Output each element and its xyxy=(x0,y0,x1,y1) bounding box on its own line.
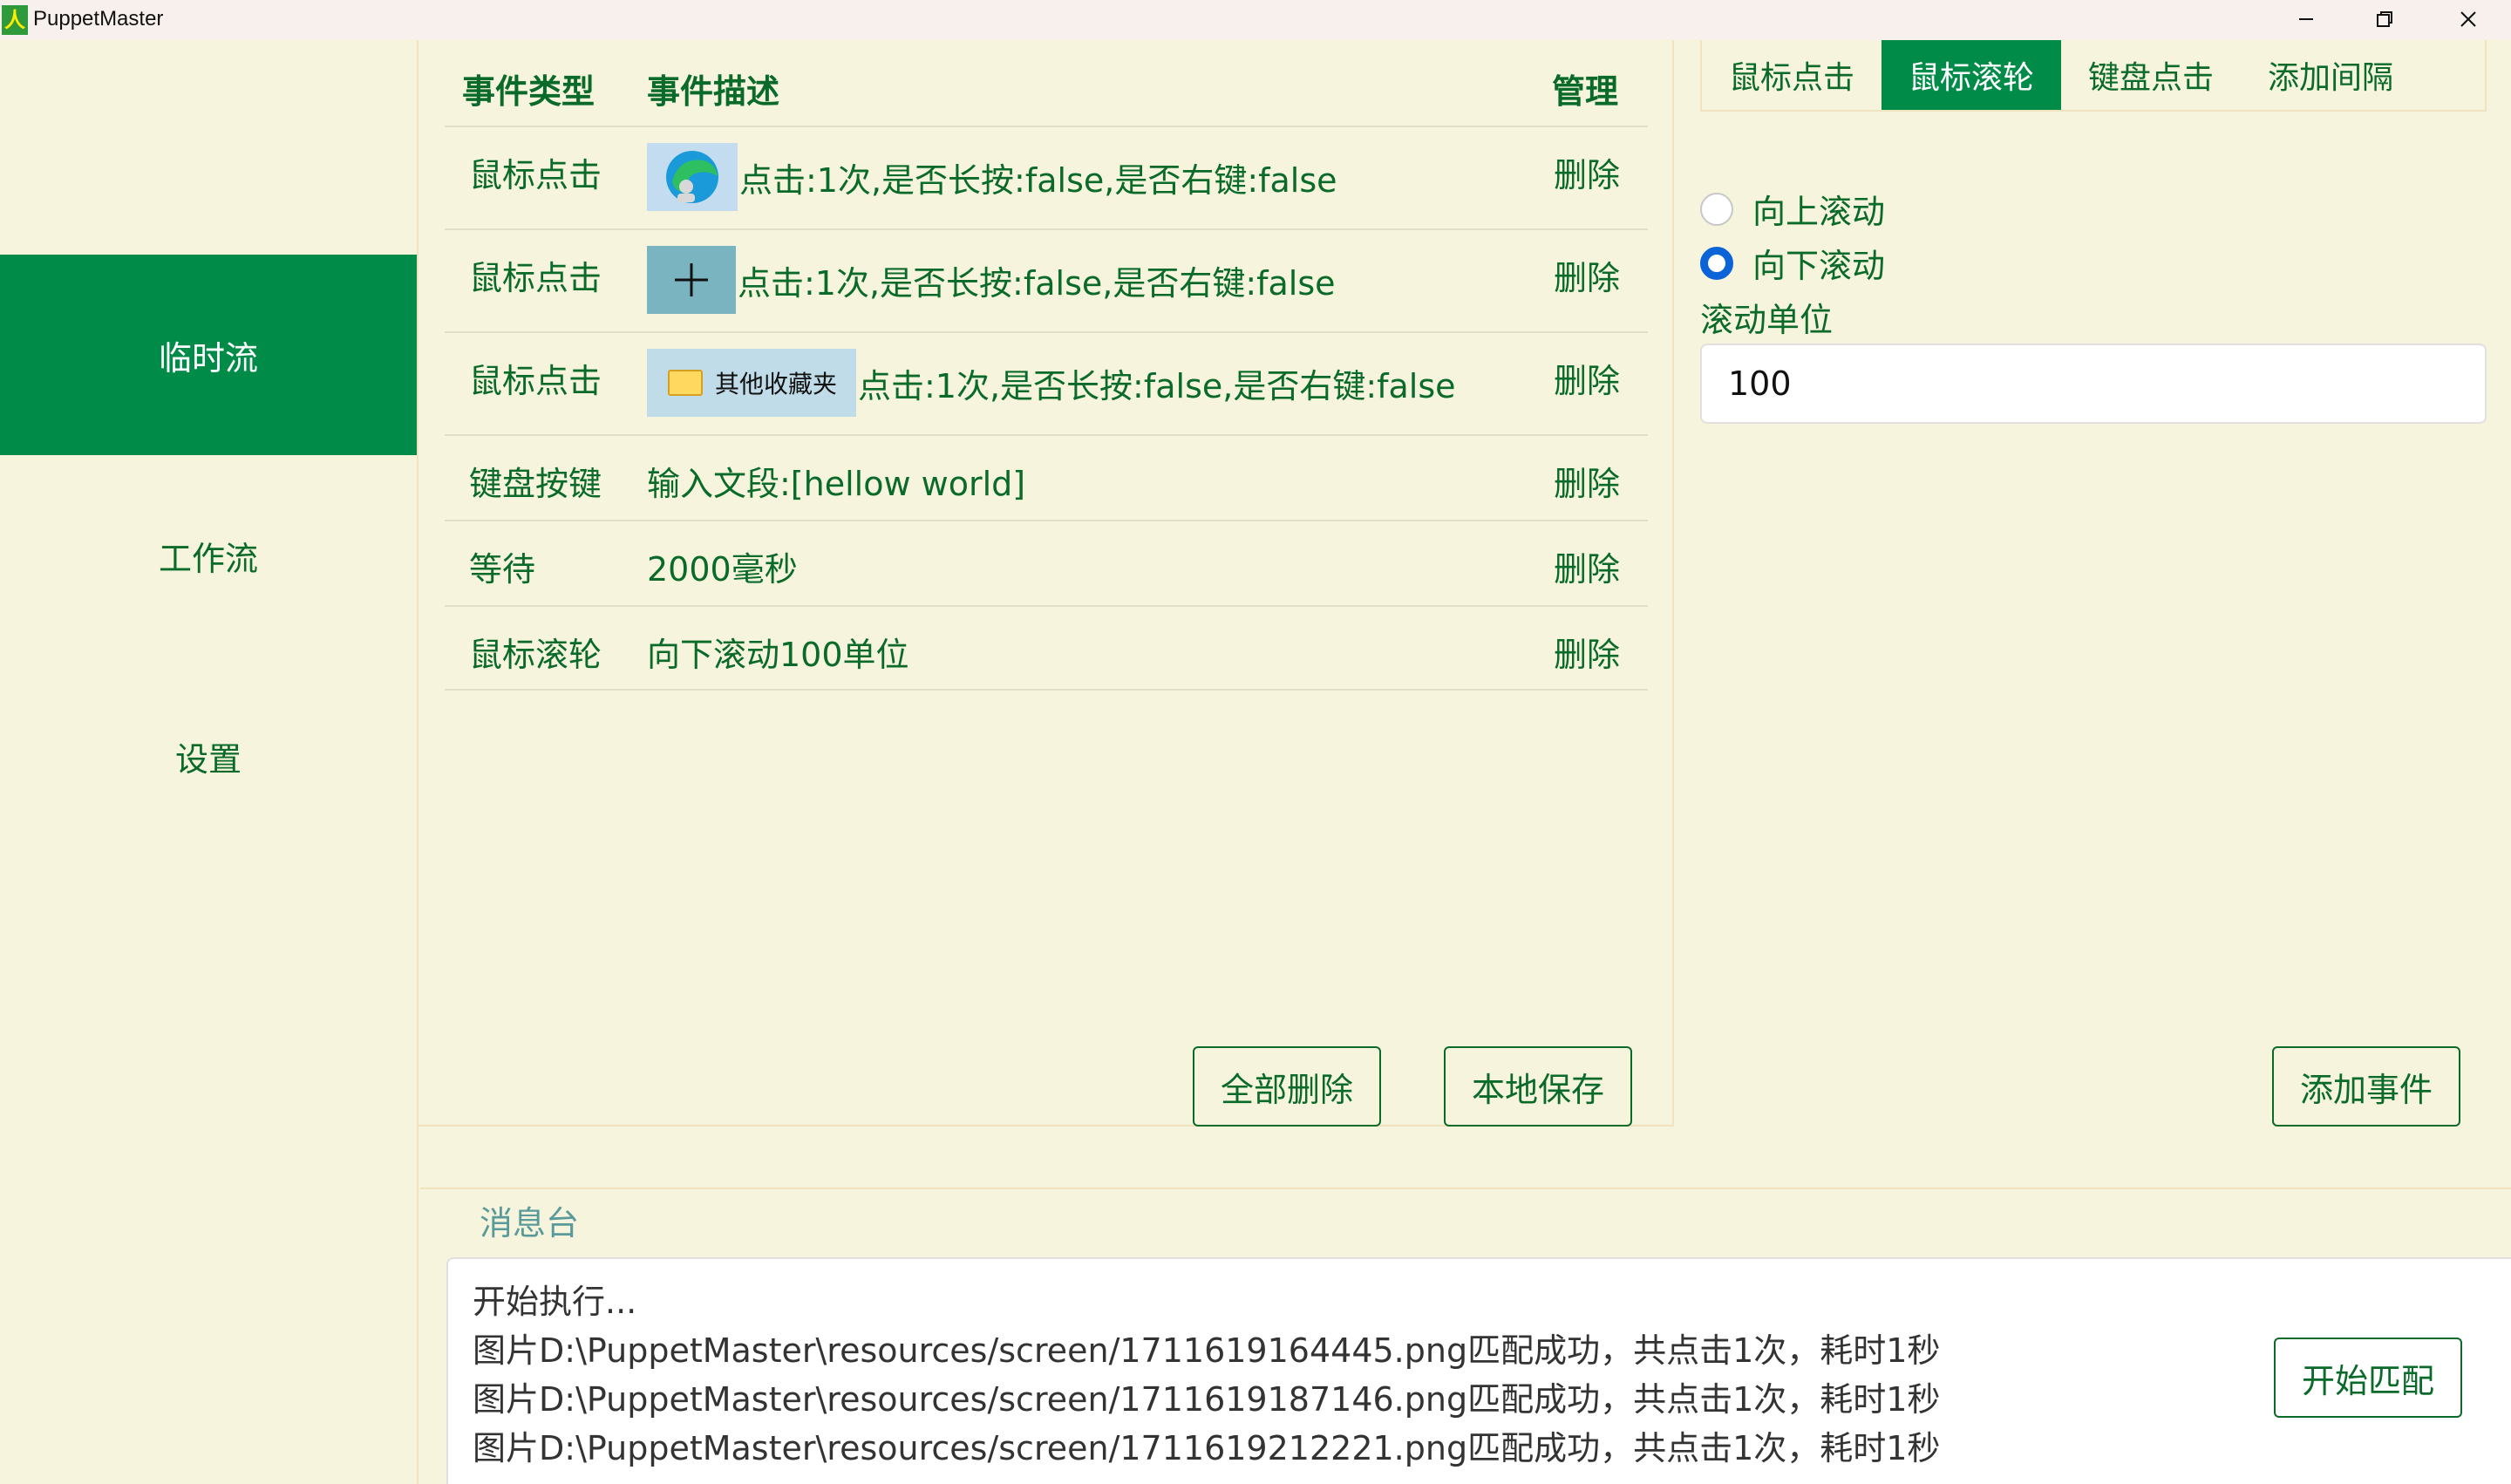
title-bar: 人 PuppetMaster xyxy=(0,0,2511,40)
console-header: 消息台 xyxy=(420,1188,2511,1259)
tab-keyboard-click[interactable]: 键盘点击 xyxy=(2061,40,2241,110)
event-desc-cell: 其他收藏夹 点击:1次,是否长按:false,是否右键:false xyxy=(647,349,1456,417)
event-desc-cell: 向下滚动100单位 xyxy=(647,628,909,676)
delete-link[interactable]: 删除 xyxy=(1554,628,1620,676)
edge-icon xyxy=(647,143,738,211)
folder-thumbnail: 其他收藏夹 xyxy=(647,349,856,417)
table-row: 等待 2000毫秒 删除 xyxy=(445,520,1648,605)
sidebar-item-workflow[interactable]: 工作流 xyxy=(0,455,417,656)
window-title: PuppetMaster xyxy=(33,7,164,31)
event-editor-panel: 鼠标点击 鼠标滚轮 键盘点击 添加间隔 向上滚动 向下滚动 滚动单位 100 添… xyxy=(1674,40,2511,1127)
sidebar-item-label: 工作流 xyxy=(158,539,258,578)
event-desc-text: 点击:1次,是否长按:false,是否右键:false xyxy=(738,263,1336,303)
scroll-unit-input[interactable]: 100 xyxy=(1700,344,2487,424)
sidebar-item-settings[interactable]: 设置 xyxy=(0,656,417,856)
plus-icon xyxy=(647,246,736,314)
console-title: 消息台 xyxy=(480,1204,580,1242)
table-row: 鼠标点击 点击:1次,是否长按:false,是否右键:false 删除 xyxy=(445,126,1648,228)
event-type-cell: 等待 xyxy=(469,550,536,589)
header-event-type: 事件类型 xyxy=(462,72,595,111)
tab-add-interval[interactable]: 添加间隔 xyxy=(2241,40,2420,110)
radio-unchecked-icon[interactable] xyxy=(1700,192,1733,226)
sidebar-item-temp-flow[interactable]: 临时流 xyxy=(0,255,417,455)
console-log: 开始执行... 图片D:\PuppetMaster\resources/scre… xyxy=(446,1257,2511,1484)
event-type-cell: 鼠标滚轮 xyxy=(469,636,602,674)
folder-icon xyxy=(668,370,703,396)
delete-link[interactable]: 删除 xyxy=(1554,251,1620,299)
radio-checked-icon[interactable] xyxy=(1700,246,1733,280)
event-desc-cell: 2000毫秒 xyxy=(647,542,798,590)
event-desc-cell: 输入文段:[hellow world] xyxy=(647,457,1025,505)
sidebar: 临时流 工作流 设置 xyxy=(0,40,418,1484)
event-desc-text: 2000毫秒 xyxy=(647,550,798,589)
log-line: 开始执行... xyxy=(473,1283,637,1321)
add-event-button[interactable]: 添加事件 xyxy=(2272,1046,2460,1127)
event-type-cell: 键盘按键 xyxy=(469,465,602,503)
delete-link[interactable]: 删除 xyxy=(1554,354,1620,402)
restore-icon[interactable] xyxy=(2345,0,2424,38)
event-desc-text: 输入文段:[hellow world] xyxy=(647,465,1026,503)
app-logo-icon: 人 xyxy=(2,5,28,35)
sidebar-item-label: 临时流 xyxy=(158,338,258,378)
start-match-button[interactable]: 开始匹配 xyxy=(2274,1338,2462,1418)
tab-mouse-click[interactable]: 鼠标点击 xyxy=(1702,40,1882,110)
event-desc-text: 点击:1次,是否长按:false,是否右键:false xyxy=(739,160,1337,200)
events-table-panel: 事件类型 事件描述 管理 鼠标点击 点击:1次,是否长按:false,是否右键:… xyxy=(418,40,1674,1127)
scroll-up-label: 向上滚动 xyxy=(1752,193,1886,231)
event-desc-cell: 点击:1次,是否长按:false,是否右键:false xyxy=(647,143,1337,211)
event-desc-text: 向下滚动100单位 xyxy=(647,636,909,674)
event-type-tabs: 鼠标点击 鼠标滚轮 键盘点击 添加间隔 xyxy=(1700,40,2487,112)
delete-link[interactable]: 删除 xyxy=(1554,148,1620,196)
table-row: 鼠标点击 其他收藏夹 点击:1次,是否长按:false,是否右键:false 删… xyxy=(445,331,1648,434)
scroll-down-option[interactable]: 向下滚动 xyxy=(1700,239,1885,287)
event-type-cell: 鼠标点击 xyxy=(469,259,602,297)
event-desc-text: 点击:1次,是否长按:false,是否右键:false xyxy=(858,366,1456,405)
delete-all-button[interactable]: 全部删除 xyxy=(1193,1046,1381,1127)
minimize-icon[interactable] xyxy=(2267,0,2345,38)
save-local-button[interactable]: 本地保存 xyxy=(1444,1046,1632,1127)
delete-link[interactable]: 删除 xyxy=(1554,542,1620,590)
close-icon[interactable] xyxy=(2429,0,2508,38)
scroll-down-label: 向下滚动 xyxy=(1752,247,1886,285)
table-row: 键盘按键 输入文段:[hellow world] 删除 xyxy=(445,434,1648,520)
delete-link[interactable]: 删除 xyxy=(1554,457,1620,505)
header-manage: 管理 xyxy=(1552,72,1619,111)
folder-thumbnail-label: 其他收藏夹 xyxy=(715,370,838,398)
log-line: 图片D:\PuppetMaster\resources/screen/17116… xyxy=(473,1429,1941,1467)
log-line: 图片D:\PuppetMaster\resources/screen/17116… xyxy=(473,1331,1941,1370)
header-event-desc: 事件描述 xyxy=(647,72,780,111)
tab-mouse-wheel[interactable]: 鼠标滚轮 xyxy=(1882,40,2061,110)
log-line: 图片D:\PuppetMaster\resources/screen/17116… xyxy=(473,1380,1941,1419)
scroll-unit-label: 滚动单位 xyxy=(1700,301,1834,339)
event-type-cell: 鼠标点击 xyxy=(469,156,602,194)
table-row: 鼠标滚轮 向下滚动100单位 删除 xyxy=(445,605,1648,691)
scroll-up-option[interactable]: 向上滚动 xyxy=(1700,185,1885,233)
table-row: 鼠标点击 点击:1次,是否长按:false,是否右键:false 删除 xyxy=(445,228,1648,331)
sidebar-item-label: 设置 xyxy=(174,739,242,779)
event-type-cell: 鼠标点击 xyxy=(469,362,602,400)
event-desc-cell: 点击:1次,是否长按:false,是否右键:false xyxy=(647,246,1336,314)
